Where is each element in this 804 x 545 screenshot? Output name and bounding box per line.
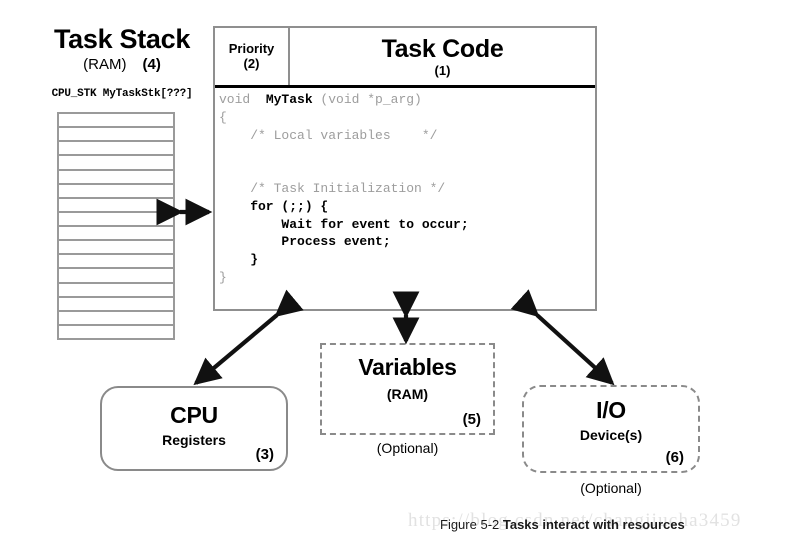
stack-cell [59,241,173,256]
stack-cell [59,156,173,171]
io-subtitle: Device(s) [579,427,643,443]
io-optional-label: (Optional) [580,480,642,496]
variables-number: (5) [462,411,481,428]
stack-cell [59,312,173,326]
stack-cell [59,114,173,129]
stack-cell [59,213,173,227]
code-line-1-bold: MyTask [265,92,313,107]
task-code-header-cell: Task Code (1) [290,28,595,85]
arrow-code-to-cpu [193,289,304,386]
code-line-2: { [219,109,227,125]
stack-cell [59,199,173,213]
variables-subtitle: (RAM) [386,386,429,402]
io-title: I/O [596,397,626,423]
variables-title: Variables [358,354,457,380]
task-code-header-row: Priority (2) Task Code (1) [215,28,595,88]
task-stack-memory-label: (RAM) [83,56,127,73]
stack-cell [59,128,173,143]
code-line-4: /* Task Initialization */ [219,180,446,196]
task-code-number: (1) [434,62,451,78]
figure-number: Figure 5-2 [440,517,500,532]
code-line-1-plain: void [219,92,266,107]
stack-cell [59,298,173,312]
io-number: (6) [665,449,684,466]
io-resource-box: I/O Device(s) (6) [522,385,700,473]
code-line-1-tail: (void *p_arg) [312,92,422,107]
stack-cell [59,227,173,242]
priority-number: (2) [243,55,260,71]
task-resources-diagram: Task Stack (RAM) (4) CPU_STK MyTaskStk[??… [0,0,804,545]
priority-header-cell: Priority (2) [215,28,290,85]
stack-cell [59,284,173,298]
variables-optional-label: (Optional) [376,440,439,456]
task-stack-cells [57,112,175,340]
stack-cell [59,171,173,185]
task-stack-declaration: CPU_STK MyTaskStk[???] [51,88,193,100]
figure-caption: Figure 5-2 Tasks interact with resources [440,517,685,532]
task-stack-subtitle: (RAM) (4) [26,56,218,74]
arrow-code-to-io [510,289,615,386]
code-line-8: } [219,252,259,268]
cpu-number: (3) [255,446,274,463]
cpu-resource-box: CPU Registers (3) [100,386,288,471]
stack-cell [59,269,173,284]
task-code-label: Task Code [381,34,504,63]
code-line-7: Process event; [219,234,391,250]
stack-cell [59,326,173,338]
code-line-3: /* Local variables */ [219,127,438,143]
stack-cell [59,185,173,199]
variables-resource-box: Variables (RAM) (5) [320,343,495,435]
code-line-9: } [219,269,227,285]
task-code-table: Priority (2) Task Code (1) void MyTask (… [213,26,597,311]
task-code-source: void MyTask (void *p_arg) { /* Local var… [215,88,595,287]
task-stack-number: (4) [142,56,161,73]
code-line-5: for (;;) { [219,198,329,214]
cpu-title: CPU [170,402,218,428]
priority-label: Priority [228,40,275,56]
stack-cell [59,142,173,157]
code-line-6: Wait for event to occur; [219,216,469,232]
task-stack-title: Task Stack [53,24,191,54]
stack-cell [59,255,173,270]
figure-title: Tasks interact with resources [502,517,685,532]
